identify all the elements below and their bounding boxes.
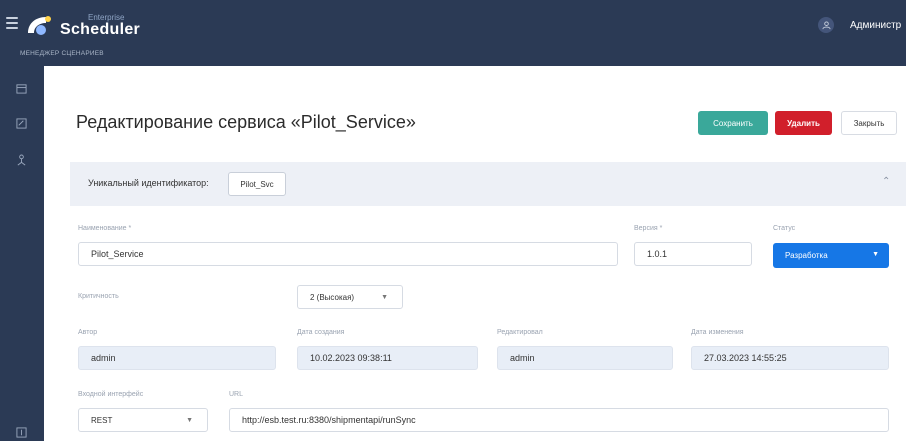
status-label: Статус	[773, 225, 796, 232]
app-subtitle: МЕНЕДЖЕР СЦЕНАРИЕВ	[20, 50, 104, 57]
logo-icon	[24, 11, 54, 39]
chevron-down-icon: ▼	[872, 251, 879, 258]
interface-select[interactable]: REST ▼	[78, 408, 208, 432]
modified-field: 27.03.2023 14:55:25	[691, 346, 889, 370]
interface-label: Входной интерфейс	[78, 391, 144, 398]
url-field[interactable]: http://esb.test.ru:8380/shipmentapi/runS…	[229, 408, 889, 432]
chevron-down-icon: ▼	[186, 417, 193, 424]
name-label: Наименование *	[78, 225, 132, 232]
page-title: Редактирование сервиса «Pilot_Service»	[76, 112, 416, 132]
identifier-value[interactable]: Pilot_Svc	[228, 172, 286, 196]
status-select[interactable]: Разработка ▼	[773, 243, 889, 268]
version-field[interactable]: 1.0.1	[634, 242, 752, 266]
criticality-value: 2 (Высокая)	[310, 292, 355, 302]
logout-icon[interactable]	[13, 424, 29, 440]
sidebar	[0, 66, 44, 441]
criticality-label: Критичность	[78, 293, 119, 300]
user-name[interactable]: Администр	[850, 20, 901, 31]
interface-value: REST	[91, 415, 113, 425]
user-icon[interactable]	[818, 17, 834, 33]
created-label: Дата создания	[297, 329, 345, 336]
calendar-icon[interactable]	[13, 80, 29, 96]
modified-label: Дата изменения	[691, 329, 744, 336]
url-label: URL	[229, 391, 244, 398]
editor-label: Редактировал	[497, 329, 543, 336]
delete-button[interactable]: Удалить	[775, 111, 832, 135]
top-bar: Enterprise Scheduler МЕНЕДЖЕР СЦЕНАРИЕВ …	[0, 0, 906, 66]
created-field: 10.02.2023 09:38:11	[297, 346, 478, 370]
chevron-up-icon[interactable]: ⌃	[882, 176, 890, 187]
brand-name: Scheduler	[60, 21, 141, 38]
close-button[interactable]: Закрыть	[841, 111, 897, 135]
name-field[interactable]: Pilot_Service	[78, 242, 618, 266]
status-value: Разработка	[785, 251, 828, 260]
edit-icon[interactable]	[13, 115, 29, 131]
menu-icon[interactable]	[6, 17, 18, 31]
identifier-panel[interactable]: Уникальный идентификатор: Pilot_Svc ⌃	[70, 162, 906, 206]
identifier-label: Уникальный идентификатор:	[88, 178, 209, 188]
editor-field: admin	[497, 346, 673, 370]
chevron-down-icon: ▼	[381, 294, 388, 301]
author-field: admin	[78, 346, 276, 370]
save-button[interactable]: Сохранить	[698, 111, 768, 135]
tree-icon[interactable]	[13, 152, 29, 168]
author-label: Автор	[78, 329, 98, 336]
criticality-select[interactable]: 2 (Высокая) ▼	[297, 285, 403, 309]
version-label: Версия *	[634, 225, 663, 232]
